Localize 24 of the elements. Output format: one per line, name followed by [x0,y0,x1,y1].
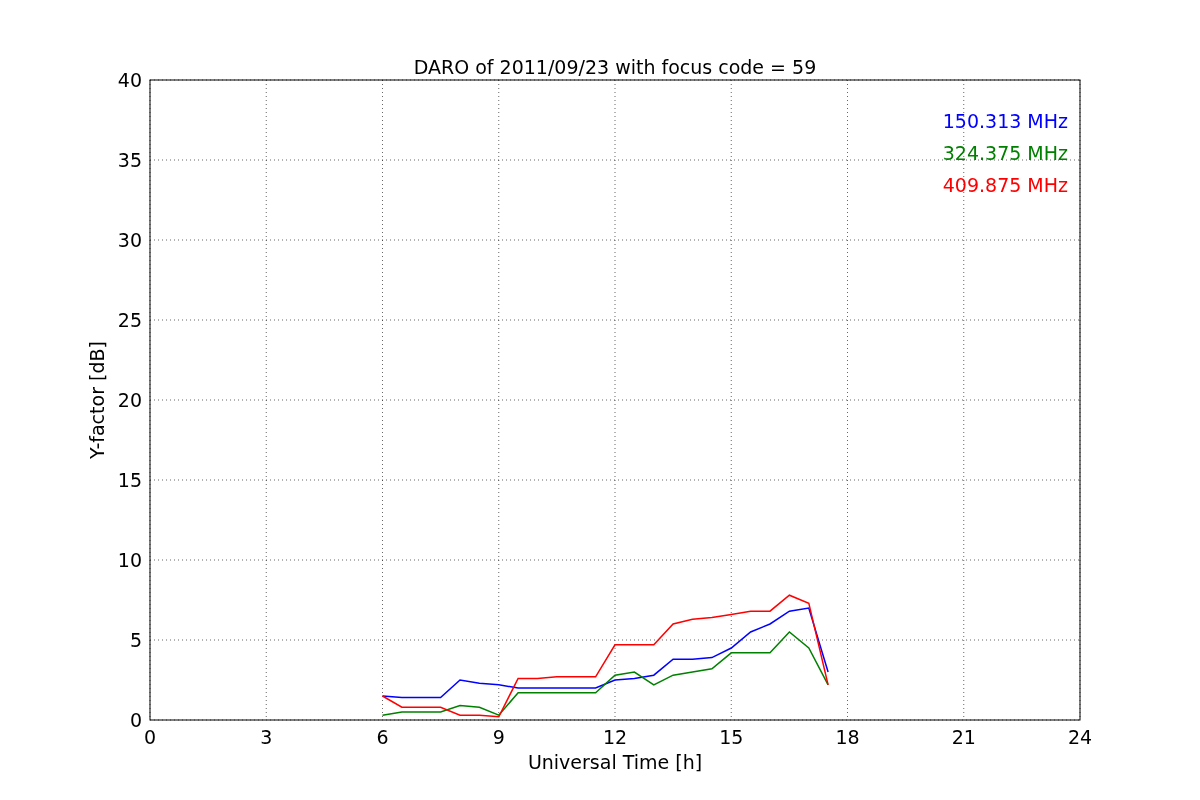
y-tick-label: 20 [117,389,142,411]
x-tick-label: 0 [143,726,157,748]
legend-label: 409.875 MHz [942,174,1068,196]
legend-label: 324.375 MHz [942,142,1068,164]
x-tick-label: 3 [260,726,273,748]
y-tick-label: 25 [117,309,142,331]
y-tick-label: 30 [117,229,142,251]
x-tick-label: 12 [602,726,628,748]
y-tick-label: 10 [117,549,142,571]
chart-title: DARO of 2011/09/23 with focus code = 59 [413,56,817,78]
x-tick-label: 6 [376,726,389,748]
x-tick-label: 24 [1067,726,1093,748]
x-tick-label: 15 [719,726,744,748]
legend-label: 150.313 MHz [942,110,1068,132]
x-tick-label: 21 [951,726,976,748]
x-axis-label: Universal Time [h] [527,751,703,773]
y-tick-label: 15 [117,469,142,491]
y-axis-label: Y-factor [dB] [86,341,108,459]
y-tick-label: 40 [117,69,142,91]
x-tick-label: 9 [492,726,505,748]
y-tick-label: 35 [117,149,142,171]
y-tick-label: 5 [129,629,142,651]
y-tick-label: 0 [129,709,142,731]
x-tick-label: 18 [835,726,860,748]
